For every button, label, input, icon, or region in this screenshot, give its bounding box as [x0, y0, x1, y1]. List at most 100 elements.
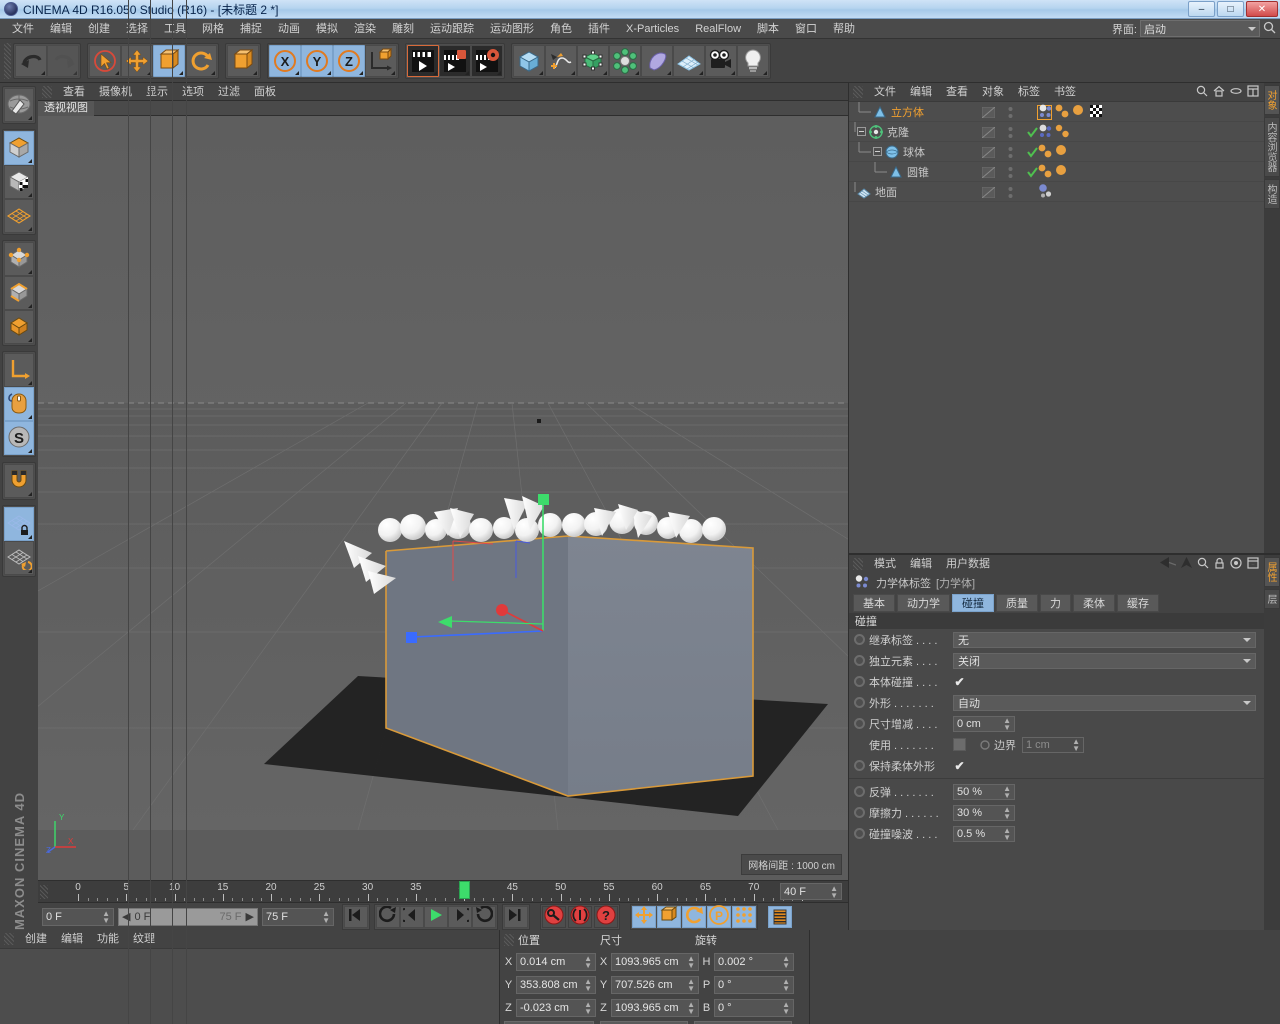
play-button[interactable] [424, 905, 448, 928]
attribute-tab-1[interactable]: 动力学 [897, 594, 950, 612]
menu-item-10[interactable]: 雕刻 [384, 19, 422, 39]
table-row[interactable]: 球体 [849, 141, 1264, 162]
cursor-mode-button[interactable] [227, 44, 259, 77]
side-tab-1[interactable]: 层 [1264, 589, 1280, 609]
object-manager-grip[interactable] [853, 86, 863, 98]
menu-item-13[interactable]: 角色 [542, 19, 580, 39]
menu-item-0[interactable]: 文件 [4, 19, 42, 39]
goto-start-button[interactable] [344, 905, 368, 928]
key-scale-button[interactable] [657, 905, 681, 928]
spinner-icon[interactable]: ▲ ▼ [782, 1000, 790, 1015]
next-key-button[interactable] [472, 905, 496, 928]
search-icon[interactable] [1196, 85, 1208, 100]
attribute-menu-0[interactable]: 模式 [867, 555, 903, 573]
maximize-button[interactable]: □ [1217, 1, 1244, 17]
coordinates-grip[interactable] [504, 934, 514, 946]
lock-workplane-button[interactable] [4, 507, 34, 541]
timeline-ruler[interactable]: 05101520253035404550556065707540 F▲▼ [38, 880, 848, 902]
step-forward-button[interactable] [448, 905, 474, 928]
radio-indicator-bounce[interactable] [854, 786, 865, 797]
move-tool[interactable] [121, 44, 153, 77]
spinner-icon[interactable]: ▲ ▼ [1003, 716, 1011, 731]
edges-mode-button[interactable] [4, 276, 34, 310]
menu-item-19[interactable]: 帮助 [825, 19, 863, 39]
spinner-icon[interactable]: ▲ ▼ [1003, 826, 1011, 841]
workplane-mode-button[interactable] [4, 199, 34, 233]
layout-dropdown[interactable]: 启动 [1140, 20, 1260, 37]
toolbar-grip[interactable] [4, 42, 11, 79]
back-arrow-icon[interactable] [1160, 557, 1177, 571]
spinner-icon[interactable]: ▲ ▼ [102, 909, 110, 924]
property-number-friction[interactable]: 30 % ▲ ▼ [953, 804, 1015, 821]
coord-size-X[interactable]: 1093.965 cm ▲ ▼ [611, 952, 699, 971]
timeline-toggle-button[interactable] [768, 905, 792, 928]
current-frame-field[interactable]: 0 F ▲ ▼ [42, 907, 114, 926]
viewport-menu-grip[interactable] [42, 85, 52, 98]
table-row[interactable]: 立方体 [849, 102, 1264, 122]
property-number-collision-noise[interactable]: 0.5 % ▲ ▼ [953, 825, 1015, 842]
table-row[interactable]: 圆锥 [849, 161, 1264, 182]
tag-material-tag[interactable] [1037, 164, 1052, 180]
table-row[interactable]: 地面 [849, 181, 1264, 202]
margin-radio-icon[interactable] [980, 739, 990, 750]
property-dropdown-inherit-tag[interactable]: 无 [953, 631, 1256, 648]
array-button[interactable] [609, 44, 641, 77]
end-frame-field[interactable]: 75 F ▲ ▼ [262, 907, 334, 926]
side-tab-0[interactable]: 属性 [1264, 557, 1280, 587]
radio-indicator-shape[interactable] [854, 697, 865, 708]
nurbs-button[interactable] [577, 44, 609, 77]
workplane-rotate-button[interactable] [4, 541, 34, 575]
coord-size-Z[interactable]: 1093.965 cm ▲ ▼ [611, 998, 699, 1017]
visibility-editor-toggle[interactable] [977, 162, 999, 182]
menu-item-11[interactable]: 运动跟踪 [422, 19, 482, 39]
spinner-icon[interactable]: ▲ ▼ [687, 1000, 695, 1015]
coord-rotation-H[interactable]: 0.002 ° ▲ ▼ [714, 952, 794, 971]
attribute-tab-0[interactable]: 基本 [853, 594, 895, 612]
camera-button[interactable] [705, 44, 737, 77]
attribute-manager-grip[interactable] [853, 558, 863, 570]
points-mode-button[interactable] [4, 242, 34, 276]
scale-tool[interactable] [153, 44, 185, 77]
render-view-button[interactable] [407, 44, 439, 77]
menu-item-12[interactable]: 运动图形 [482, 19, 542, 39]
material-menu-2[interactable]: 功能 [90, 930, 126, 948]
tag-material-tag[interactable] [1037, 144, 1052, 160]
object-axis-mode-button[interactable] [4, 353, 34, 387]
home-icon[interactable] [1213, 85, 1225, 100]
menu-item-7[interactable]: 动画 [270, 19, 308, 39]
rotate-tool[interactable] [185, 44, 217, 77]
keyframe-selection-button[interactable]: ? [594, 905, 618, 928]
spinner-icon[interactable]: ▲ ▼ [1072, 737, 1080, 752]
coord-position-Z[interactable]: -0.023 cm ▲ ▼ [516, 998, 596, 1017]
timeline-playhead[interactable] [459, 881, 471, 899]
key-pla-button[interactable] [732, 905, 756, 928]
tag-material-tag[interactable] [1054, 104, 1069, 120]
object-menu-1[interactable]: 编辑 [903, 83, 939, 101]
spinner-icon[interactable]: ▲ ▼ [782, 954, 790, 969]
range-left-arrow-icon[interactable]: ◀ [122, 910, 130, 923]
tag-material-tag-2[interactable] [1071, 104, 1086, 120]
spinner-icon[interactable]: ▲ ▼ [1003, 805, 1011, 820]
key-rotation-button[interactable] [682, 905, 706, 928]
material-list[interactable] [0, 948, 499, 1024]
material-menu-0[interactable]: 创建 [18, 930, 54, 948]
up-arrow-icon[interactable] [1181, 556, 1192, 572]
property-dropdown-shape[interactable]: 自动 [953, 694, 1256, 711]
radio-indicator-keep-soft-shape[interactable] [854, 760, 865, 771]
primitive-cube-button[interactable] [513, 44, 545, 77]
lock-icon[interactable] [1214, 557, 1225, 572]
goto-end-button[interactable] [504, 905, 528, 928]
visibility-dots[interactable] [999, 182, 1021, 202]
material-menu-1[interactable]: 编辑 [54, 930, 90, 948]
radio-indicator-friction[interactable] [854, 807, 865, 818]
viewport-menu-5[interactable]: 面板 [247, 83, 283, 101]
record-key-button[interactable] [542, 905, 566, 928]
object-tree[interactable]: 立方体 克隆 球体 圆锥 地面 [128, 0, 1264, 1024]
current-frame-readout[interactable]: 40 F ▲ ▼ [780, 883, 842, 900]
viewport-menu-3[interactable]: 选项 [175, 83, 211, 101]
coord-rotation-P[interactable]: 0 ° ▲ ▼ [714, 975, 794, 994]
lock-y-button[interactable]: Y [301, 44, 333, 77]
ellipse-icon[interactable] [1230, 85, 1242, 100]
minimize-button[interactable]: – [1188, 1, 1215, 17]
coord-position-X[interactable]: 0.014 cm ▲ ▼ [516, 952, 596, 971]
